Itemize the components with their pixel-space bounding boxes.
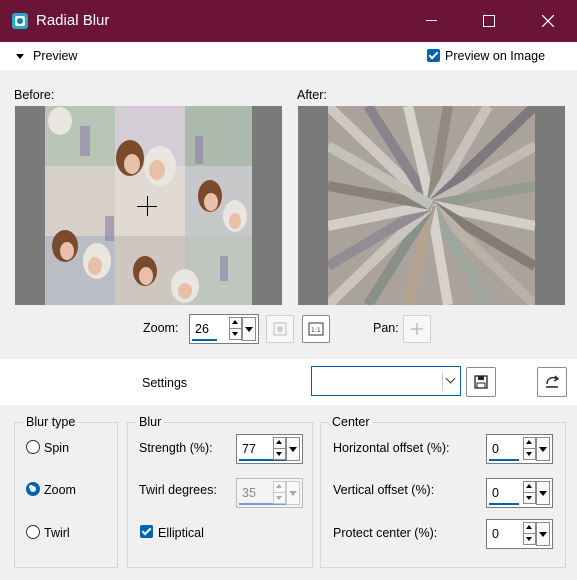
pan-button[interactable] — [403, 315, 431, 343]
vertical-underline — [489, 503, 519, 505]
strength-label: Strength (%): — [139, 441, 213, 455]
preview-section-label: Preview — [33, 49, 78, 63]
elliptical-checkbox[interactable] — [140, 525, 153, 538]
svg-text:1:1: 1:1 — [311, 327, 321, 334]
twirl-arrows[interactable] — [273, 481, 286, 504]
close-icon — [541, 14, 555, 28]
protect-dropdown-icon[interactable] — [536, 522, 550, 546]
actual-size-icon: 1:1 — [308, 322, 324, 336]
vertical-down-arrow-icon[interactable] — [523, 492, 536, 504]
title-bar: Radial Blur — [0, 0, 577, 42]
center-title: Center — [329, 415, 373, 429]
zoom-down-arrow-icon[interactable] — [229, 328, 242, 340]
vertical-offset-label: Vertical offset (%): — [333, 483, 435, 497]
strength-spinner[interactable]: 77 — [236, 434, 303, 464]
zoom-arrows[interactable] — [229, 317, 242, 340]
vertical-dropdown-icon[interactable] — [536, 481, 550, 505]
zoom-actual-size-button[interactable]: 1:1 — [302, 315, 330, 343]
strength-arrows[interactable] — [273, 437, 286, 460]
preview-header[interactable]: Preview Preview on Image — [0, 42, 577, 70]
preview-on-image-checkbox[interactable] — [427, 49, 440, 62]
twirl-dropdown-icon[interactable] — [286, 481, 300, 505]
reset-button[interactable] — [537, 367, 567, 397]
strength-down-arrow-icon[interactable] — [273, 448, 286, 460]
twirl-label[interactable]: Twirl — [44, 526, 70, 540]
twirl-degrees-label: Twirl degrees: — [139, 483, 217, 497]
blur-type-title: Blur type — [23, 415, 79, 429]
settings-label: Settings — [142, 376, 188, 390]
spin-radio[interactable] — [26, 440, 40, 454]
reset-icon — [546, 375, 560, 388]
twirl-down-arrow-icon[interactable] — [273, 492, 286, 504]
protect-arrows[interactable] — [523, 522, 536, 545]
psp-filter-icon — [12, 13, 28, 29]
save-preset-button[interactable] — [466, 367, 496, 397]
settings-band: Settings — [0, 359, 577, 405]
after-label: After: — [297, 88, 327, 102]
spin-label[interactable]: Spin — [44, 441, 69, 455]
preset-combo[interactable] — [311, 366, 461, 396]
before-preview-panel[interactable] — [15, 106, 282, 305]
blur-title: Blur — [136, 415, 165, 429]
horizontal-down-arrow-icon[interactable] — [523, 448, 536, 460]
twirl-degrees-value[interactable]: 35 — [242, 486, 256, 500]
maximize-icon — [483, 14, 495, 27]
minimize-button[interactable] — [402, 0, 460, 42]
minimize-icon — [425, 20, 437, 22]
horizontal-offset-spinner[interactable]: 0 — [486, 434, 553, 464]
vertical-arrows[interactable] — [523, 481, 536, 504]
zoom-underline — [192, 339, 217, 341]
protect-center-value[interactable]: 0 — [492, 527, 499, 541]
pan-label: Pan: — [373, 321, 399, 335]
strength-dropdown-icon[interactable] — [286, 437, 300, 461]
crosshair-h — [137, 206, 157, 207]
protect-center-label: Protect center (%): — [333, 526, 438, 540]
close-button[interactable] — [519, 0, 577, 42]
preview-on-image-label[interactable]: Preview on Image — [445, 49, 545, 63]
horizontal-underline — [489, 459, 519, 461]
after-preview-panel[interactable] — [298, 106, 565, 305]
horizontal-arrows[interactable] — [523, 437, 536, 460]
before-image — [45, 106, 252, 305]
strength-value[interactable]: 77 — [242, 442, 256, 456]
combo-separator — [442, 371, 443, 391]
zoom-fit-icon — [273, 322, 287, 336]
zoom-label: Zoom: — [143, 321, 179, 335]
zoom-radio[interactable] — [26, 482, 40, 496]
zoom-value[interactable]: 26 — [195, 322, 209, 336]
window-title: Radial Blur — [36, 12, 110, 29]
zoom-dropdown-icon[interactable] — [242, 317, 256, 341]
elliptical-label[interactable]: Elliptical — [158, 526, 204, 540]
twirl-radio[interactable] — [26, 525, 40, 539]
chevron-down-icon[interactable] — [445, 373, 456, 384]
twirl-degrees-spinner[interactable]: 35 — [236, 478, 303, 508]
protect-center-spinner[interactable]: 0 — [486, 519, 553, 549]
protect-down-arrow-icon[interactable] — [523, 533, 536, 545]
horizontal-dropdown-icon[interactable] — [536, 437, 550, 461]
horizontal-offset-label: Horizontal offset (%): — [333, 441, 450, 455]
horizontal-offset-value[interactable]: 0 — [492, 442, 499, 456]
collapse-arrow-icon[interactable] — [16, 54, 24, 59]
save-icon — [474, 375, 488, 389]
zoom-blur-label[interactable]: Zoom — [44, 483, 76, 497]
vertical-offset-value[interactable]: 0 — [492, 486, 499, 500]
after-image — [328, 106, 535, 305]
zoom-spinner[interactable]: 26 — [189, 314, 259, 344]
move-icon — [411, 323, 423, 335]
zoom-fit-button[interactable] — [266, 315, 294, 343]
maximize-button[interactable] — [460, 0, 518, 42]
vertical-offset-spinner[interactable]: 0 — [486, 478, 553, 508]
before-label: Before: — [14, 88, 55, 102]
